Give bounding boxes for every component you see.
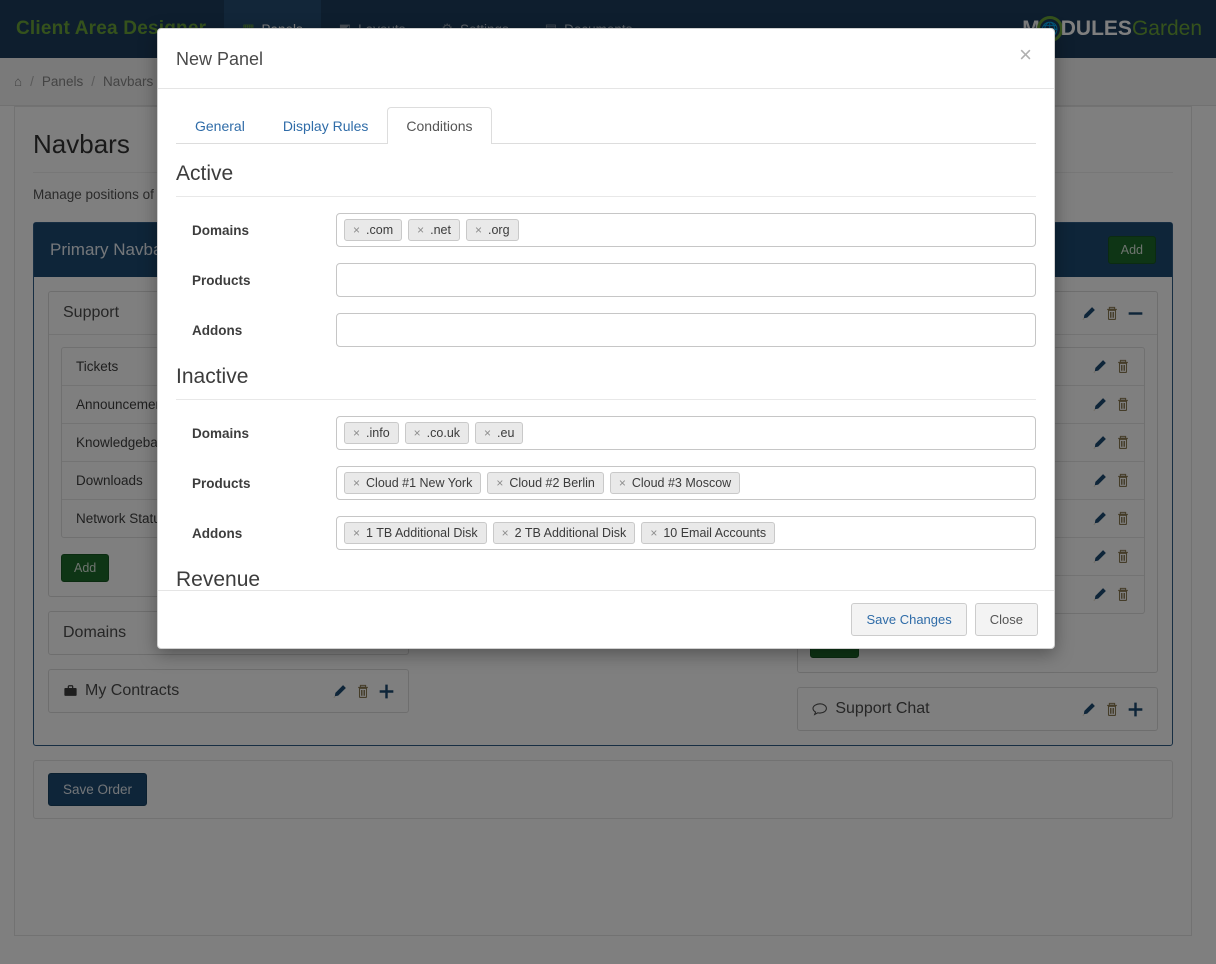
token-label: 1 TB Additional Disk — [366, 526, 478, 540]
section-title-inactive: Inactive — [176, 365, 1036, 400]
token-remove-icon[interactable]: × — [353, 526, 360, 540]
form-row: Products — [176, 263, 1036, 297]
token-chip[interactable]: × 1 TB Additional Disk — [344, 522, 487, 544]
close-icon[interactable]: × — [1013, 43, 1038, 67]
modal-body[interactable]: GeneralDisplay RulesConditions Active Dom… — [158, 89, 1054, 590]
token-chip[interactable]: × .com — [344, 219, 402, 241]
form-row: Domains × .info × .co.uk × .eu — [176, 416, 1036, 450]
token-remove-icon[interactable]: × — [414, 426, 421, 440]
tab-display-rules[interactable]: Display Rules — [264, 107, 388, 144]
token-input[interactable]: × Cloud #1 New York × Cloud #2 Berlin × Cloud… — [336, 466, 1036, 500]
token-chip[interactable]: × Cloud #3 Moscow — [610, 472, 740, 494]
token-remove-icon[interactable]: × — [619, 476, 626, 490]
save-changes-button[interactable]: Save Changes — [851, 603, 966, 636]
token-label: .co.uk — [427, 426, 460, 440]
token-remove-icon[interactable]: × — [650, 526, 657, 540]
form-label: Domains — [176, 426, 336, 441]
token-remove-icon[interactable]: × — [496, 476, 503, 490]
modal-title: New Panel — [176, 49, 1030, 70]
form-control: × .info × .co.uk × .eu — [336, 416, 1036, 450]
token-chip[interactable]: × .info — [344, 422, 399, 444]
form-control: × 1 TB Additional Disk × 2 TB Additional Di… — [336, 516, 1036, 550]
token-label: .com — [366, 223, 393, 237]
form-row: Addons × 1 TB Additional Disk × 2 TB Additio… — [176, 516, 1036, 550]
token-remove-icon[interactable]: × — [353, 223, 360, 237]
token-label: .info — [366, 426, 390, 440]
close-button[interactable]: Close — [975, 603, 1038, 636]
form-control — [336, 263, 1036, 297]
form-row: Products × Cloud #1 New York × Cloud #2 Berl… — [176, 466, 1036, 500]
token-label: Cloud #1 New York — [366, 476, 472, 490]
token-remove-icon[interactable]: × — [417, 223, 424, 237]
token-input[interactable]: × .com × .net × .org — [336, 213, 1036, 247]
modal-tabs: GeneralDisplay RulesConditions — [176, 107, 1036, 144]
form-label: Products — [176, 476, 336, 491]
form-label: Domains — [176, 223, 336, 238]
token-chip[interactable]: × .eu — [475, 422, 523, 444]
token-label: .org — [488, 223, 510, 237]
token-chip[interactable]: × Cloud #2 Berlin — [487, 472, 603, 494]
tab-general[interactable]: General — [176, 107, 264, 144]
token-label: 2 TB Additional Disk — [515, 526, 627, 540]
token-label: 10 Email Accounts — [663, 526, 766, 540]
form-control: × .com × .net × .org — [336, 213, 1036, 247]
token-remove-icon[interactable]: × — [353, 476, 360, 490]
token-label: .eu — [497, 426, 514, 440]
token-chip[interactable]: × .co.uk — [405, 422, 469, 444]
token-label: Cloud #2 Berlin — [509, 476, 594, 490]
token-input[interactable]: × .info × .co.uk × .eu — [336, 416, 1036, 450]
tab-conditions[interactable]: Conditions — [387, 107, 491, 144]
token-input[interactable] — [336, 313, 1036, 347]
section-title-revenue: Revenue — [176, 568, 1036, 590]
token-input[interactable] — [336, 263, 1036, 297]
token-chip[interactable]: × 10 Email Accounts — [641, 522, 775, 544]
form-row: Domains × .com × .net × .org — [176, 213, 1036, 247]
modal-footer: Save Changes Close — [158, 590, 1054, 648]
token-remove-icon[interactable]: × — [484, 426, 491, 440]
token-chip[interactable]: × Cloud #1 New York — [344, 472, 481, 494]
form-row: Addons — [176, 313, 1036, 347]
token-remove-icon[interactable]: × — [502, 526, 509, 540]
token-chip[interactable]: × .net — [408, 219, 460, 241]
token-chip[interactable]: × 2 TB Additional Disk — [493, 522, 636, 544]
modal-header: New Panel × — [158, 29, 1054, 89]
token-label: Cloud #3 Moscow — [632, 476, 731, 490]
section-title-active: Active — [176, 162, 1036, 197]
token-remove-icon[interactable]: × — [353, 426, 360, 440]
form-label: Addons — [176, 323, 336, 338]
form-label: Products — [176, 273, 336, 288]
form-control: × Cloud #1 New York × Cloud #2 Berlin × Cloud… — [336, 466, 1036, 500]
token-chip[interactable]: × .org — [466, 219, 519, 241]
new-panel-modal: New Panel × GeneralDisplay RulesConditio… — [157, 28, 1055, 649]
form-label: Addons — [176, 526, 336, 541]
token-remove-icon[interactable]: × — [475, 223, 482, 237]
token-label: .net — [430, 223, 451, 237]
modal-sections: Active Domains × .com × .net × .org Products Addo… — [176, 162, 1036, 590]
token-input[interactable]: × 1 TB Additional Disk × 2 TB Additional Di… — [336, 516, 1036, 550]
form-control — [336, 313, 1036, 347]
